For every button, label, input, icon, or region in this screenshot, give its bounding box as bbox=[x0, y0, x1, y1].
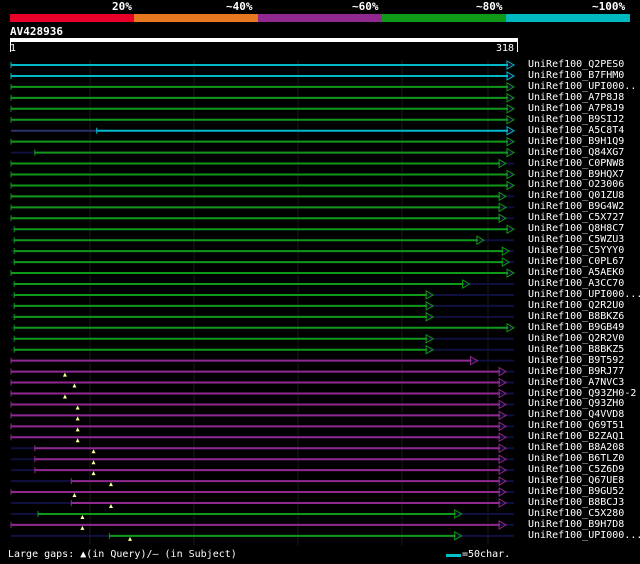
large-gaps-legend: Large gaps: ▲(in Query)/– (in Subject) bbox=[8, 549, 237, 560]
hit-label[interactable]: UniRef100_B9HQX7 bbox=[528, 169, 624, 180]
hit-label[interactable]: UniRef100_Q2R2V0 bbox=[528, 333, 624, 344]
hit-label[interactable]: UniRef100_A3CC70 bbox=[528, 278, 624, 289]
hit-label[interactable]: UniRef100_C5YYY0 bbox=[528, 245, 624, 256]
query-gap-marker-icon bbox=[62, 394, 67, 399]
hit-label[interactable]: UniRef100_Q93ZH0-2 bbox=[528, 388, 636, 399]
query-gap-marker-icon bbox=[80, 514, 85, 519]
hit-label[interactable]: UniRef100_B9H7D8 bbox=[528, 519, 624, 530]
hit-label[interactable]: UniRef100_Q01ZU8 bbox=[528, 190, 624, 201]
hit-label[interactable]: UniRef100_B8BKZ6 bbox=[528, 311, 624, 322]
hit-label[interactable]: UniRef100_C5X727 bbox=[528, 212, 624, 223]
hit-label[interactable]: UniRef100_A5C8T4 bbox=[528, 125, 624, 136]
hit-label[interactable]: UniRef100_Q2R2U0 bbox=[528, 300, 624, 311]
hit-label[interactable]: UniRef100_Q69T51 bbox=[528, 420, 624, 431]
hit-label[interactable]: UniRef100_Q4VVD8 bbox=[528, 409, 624, 420]
hit-label[interactable]: UniRef100_UPI000... bbox=[528, 530, 640, 541]
hit-label[interactable]: UniRef100_C5Z6D9 bbox=[528, 464, 624, 475]
hit-label[interactable]: UniRef100_B8BKZ5 bbox=[528, 344, 624, 355]
hit-label[interactable]: UniRef100_B6TLZ0 bbox=[528, 453, 624, 464]
hit-label[interactable]: UniRef100_Q84XG7 bbox=[528, 147, 624, 158]
query-gap-marker-icon bbox=[72, 383, 77, 388]
hit-label[interactable]: UniRef100_B2ZAQ1 bbox=[528, 431, 624, 442]
hit-label[interactable]: UniRef100_B9T592 bbox=[528, 355, 624, 366]
query-gap-marker-icon bbox=[91, 460, 96, 465]
query-gap-marker-icon bbox=[108, 504, 113, 508]
hit-label[interactable]: UniRef100_C0PL67 bbox=[528, 256, 624, 267]
query-gap-marker-icon bbox=[62, 372, 67, 377]
hit-label[interactable]: UniRef100_UPI000... bbox=[528, 289, 640, 300]
query-gap-marker-icon bbox=[128, 536, 133, 541]
hit-label[interactable]: UniRef100_A7NVC3 bbox=[528, 377, 624, 388]
query-gap-marker-icon bbox=[91, 471, 96, 476]
query-gap-marker-icon bbox=[80, 525, 85, 530]
scale-bar bbox=[446, 554, 461, 557]
hit-label[interactable]: UniRef100_B9GU52 bbox=[528, 486, 624, 497]
query-gap-marker-icon bbox=[91, 449, 96, 454]
hit-label[interactable]: UniRef100_B9SIJ2 bbox=[528, 114, 624, 125]
hit-label[interactable]: UniRef100_B8BCJ3 bbox=[528, 497, 624, 508]
hit-label[interactable]: UniRef100_Q93ZH0 bbox=[528, 398, 624, 409]
hit-label[interactable]: UniRef100_C0PNW8 bbox=[528, 158, 624, 169]
hit-label[interactable]: UniRef100_Q8H8C7 bbox=[528, 223, 624, 234]
hit-label[interactable]: UniRef100_C5WZU3 bbox=[528, 234, 624, 245]
scale-bar-label: =50char. bbox=[462, 549, 511, 560]
hit-label[interactable]: UniRef100_B9H1Q9 bbox=[528, 136, 624, 147]
hit-label[interactable]: UniRef100_A7P8J8 bbox=[528, 92, 624, 103]
hit-label[interactable]: UniRef100_Q2PES0 bbox=[528, 59, 624, 70]
hit-label[interactable]: UniRef100_A7P8J9 bbox=[528, 103, 624, 114]
query-gap-marker-icon bbox=[108, 482, 113, 487]
hit-label[interactable]: UniRef100_UPI000.. bbox=[528, 81, 636, 92]
hit-label[interactable]: UniRef100_A5AEK0 bbox=[528, 267, 624, 278]
hit-label[interactable]: UniRef100_C5X280 bbox=[528, 508, 624, 519]
hit-label[interactable]: UniRef100_B7FHM0 bbox=[528, 70, 624, 81]
query-gap-marker-icon bbox=[72, 493, 77, 498]
hit-label[interactable]: UniRef100_B9G4W2 bbox=[528, 201, 624, 212]
hit-label[interactable]: UniRef100_Q67UE8 bbox=[528, 475, 624, 486]
query-gap-marker-icon bbox=[75, 438, 80, 443]
query-gap-marker-icon bbox=[75, 427, 80, 432]
hit-label[interactable]: UniRef100_B8A208 bbox=[528, 442, 624, 453]
query-gap-marker-icon bbox=[75, 405, 80, 410]
query-gap-marker-icon bbox=[75, 416, 80, 421]
hit-label[interactable]: UniRef100_B9RJ77 bbox=[528, 366, 624, 377]
hit-label[interactable]: UniRef100_B9GB49 bbox=[528, 322, 624, 333]
hit-label[interactable]: UniRef100_O23006 bbox=[528, 179, 624, 190]
